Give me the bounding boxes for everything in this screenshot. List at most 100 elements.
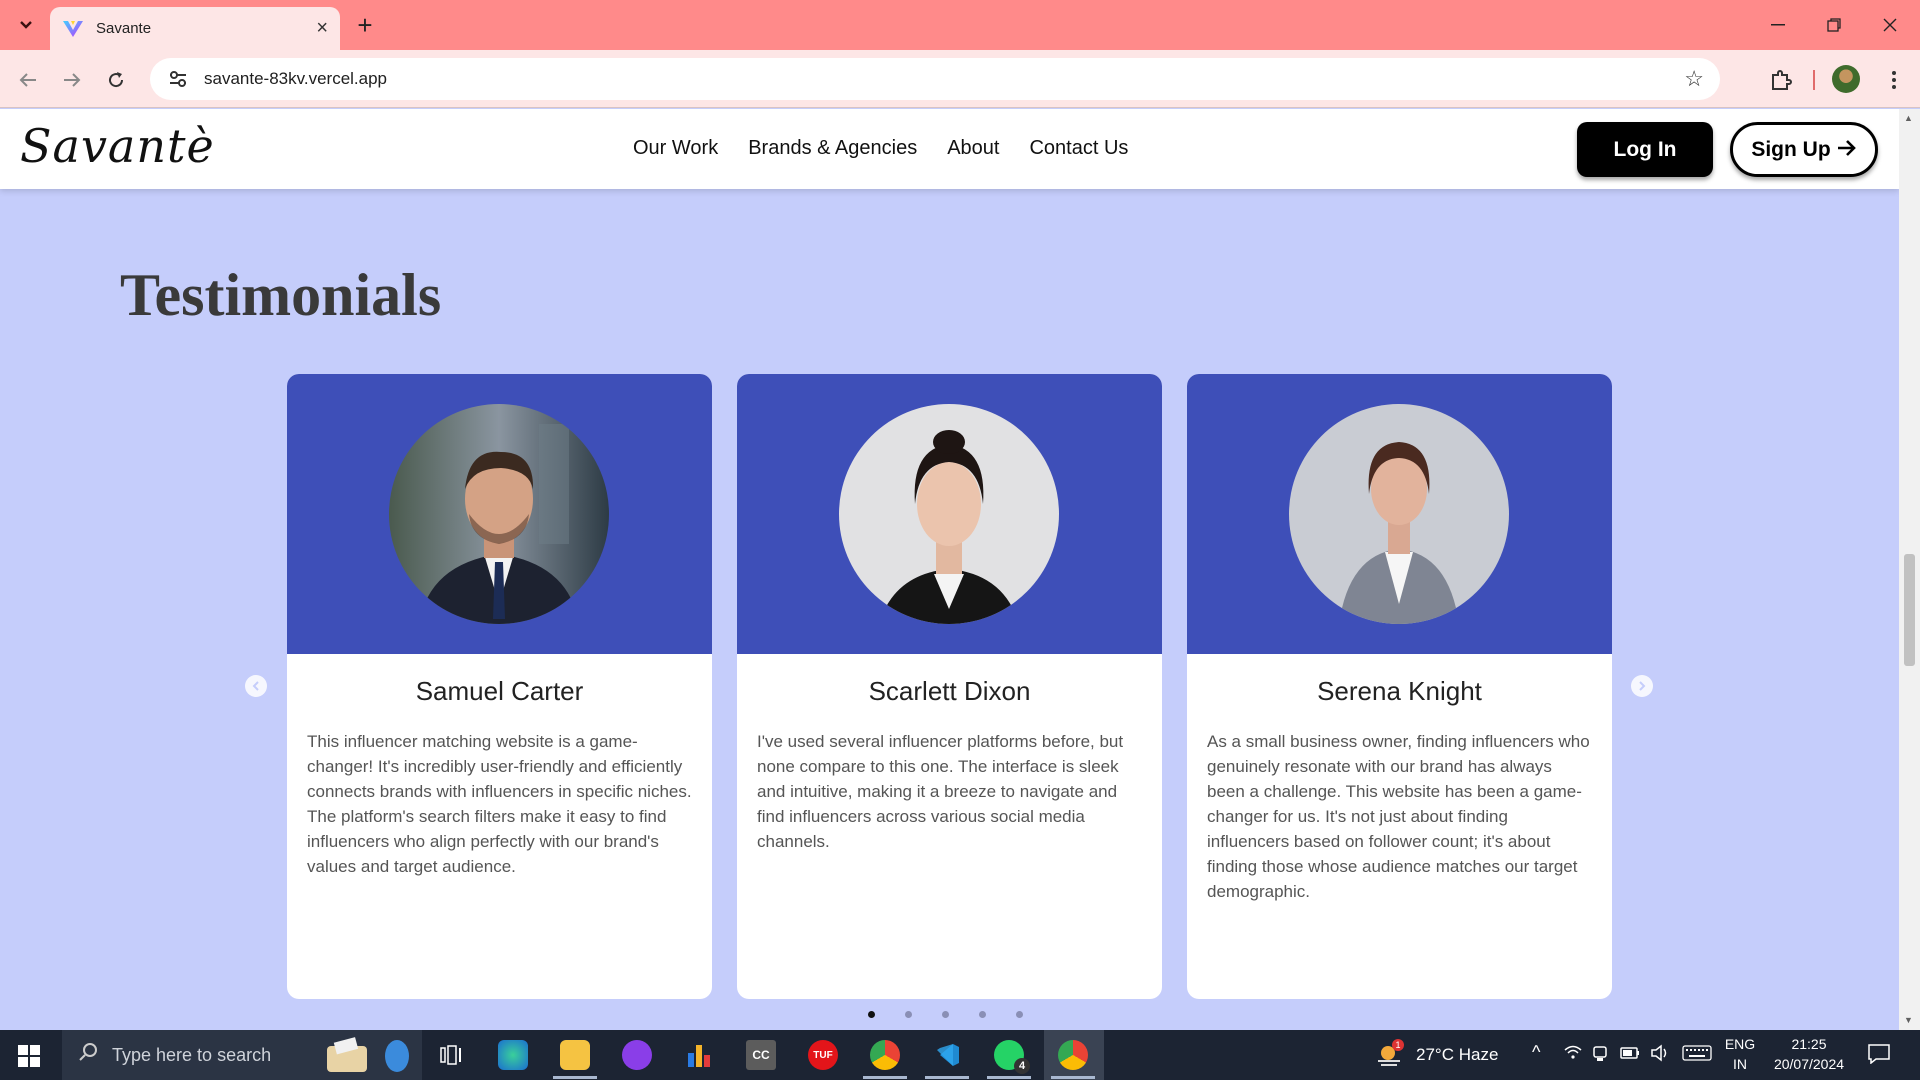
notifications-icon[interactable]: [1868, 1044, 1890, 1069]
arrow-right-icon: [1837, 137, 1857, 163]
avatar: [839, 404, 1059, 624]
nav-contact-us[interactable]: Contact Us: [1029, 137, 1128, 160]
language-indicator[interactable]: ENG IN: [1722, 1036, 1758, 1072]
nav-our-work[interactable]: Our Work: [633, 137, 718, 160]
carousel-pagination: [868, 1011, 1023, 1018]
taskbar-search[interactable]: Type here to search: [62, 1030, 422, 1080]
carousel-dot[interactable]: [979, 1011, 986, 1018]
search-highlight-illustration-icon: [317, 1036, 417, 1080]
scroll-up-icon[interactable]: ▲: [1904, 113, 1913, 123]
toolbar-separator: [1813, 70, 1815, 90]
page-viewport: Savantè Our Work Brands & Agencies About…: [0, 109, 1899, 1030]
chrome-icon[interactable]: [870, 1040, 900, 1070]
carousel-dot[interactable]: [905, 1011, 912, 1018]
battery-icon[interactable]: [1620, 1045, 1640, 1065]
restore-icon[interactable]: [1814, 10, 1854, 40]
whatsapp-icon[interactable]: 4: [994, 1040, 1030, 1074]
nav-about[interactable]: About: [947, 137, 999, 160]
bookmark-star-icon[interactable]: ☆: [1684, 66, 1704, 92]
cc-app-icon[interactable]: CC: [746, 1040, 776, 1070]
weather-haze-icon[interactable]: 1: [1376, 1039, 1404, 1067]
site-logo[interactable]: Savantè: [20, 119, 215, 173]
card-header: [737, 374, 1162, 654]
testimonial-text: As a small business owner, finding influ…: [1207, 732, 1590, 901]
language-code: ENG: [1724, 1036, 1756, 1052]
browser-tabstrip: Savante × +: [0, 0, 1920, 50]
tab-close-icon[interactable]: ×: [316, 17, 328, 40]
edge-browser-icon[interactable]: [498, 1040, 528, 1070]
search-icon: [78, 1042, 98, 1068]
testimonial-card: Serena Knight As a small business owner,…: [1187, 374, 1612, 999]
browser-menu-icon[interactable]: [1878, 64, 1910, 96]
tuf-app-icon[interactable]: TUF: [808, 1040, 838, 1070]
signup-button[interactable]: Sign Up: [1730, 122, 1878, 177]
forward-arrow-icon[interactable]: [56, 64, 88, 96]
clock-time: 21:25: [1791, 1036, 1827, 1052]
carousel-dot[interactable]: [868, 1011, 875, 1018]
login-button-label: Log In: [1613, 137, 1677, 161]
weather-badge: 1: [1392, 1039, 1404, 1051]
site-info-tune-icon[interactable]: [166, 67, 190, 91]
file-explorer-running-indicator: [553, 1076, 597, 1079]
testimonial-card: Samuel Carter This influencer matching w…: [287, 374, 712, 999]
region-code: IN: [1733, 1056, 1747, 1072]
testimonial-text: I've used several influencer platforms b…: [757, 732, 1124, 851]
profile-avatar[interactable]: [1832, 65, 1860, 93]
app-launcher-icon[interactable]: [622, 1040, 652, 1070]
vscode-icon[interactable]: [932, 1040, 962, 1070]
meet-now-icon[interactable]: [1592, 1044, 1608, 1067]
url-text: savante-83kv.vercel.app: [204, 69, 388, 88]
extensions-puzzle-icon[interactable]: [1765, 64, 1797, 96]
clock-date: 20/07/2024: [1773, 1056, 1845, 1072]
browser-tab-active[interactable]: Savante ×: [50, 7, 340, 50]
file-explorer-icon[interactable]: [560, 1040, 590, 1070]
volume-icon[interactable]: [1650, 1044, 1670, 1067]
close-window-icon[interactable]: [1870, 10, 1910, 40]
tab-search-chevron-icon[interactable]: [10, 12, 42, 38]
scroll-down-icon[interactable]: ▼: [1904, 1015, 1913, 1025]
testimonial-text: This influencer matching website is a ga…: [307, 732, 692, 876]
browser-toolbar: savante-83kv.vercel.app ☆: [0, 50, 1920, 108]
testimonial-card: Scarlett Dixon I've used several influen…: [737, 374, 1162, 999]
nav-brands-agencies[interactable]: Brands & Agencies: [748, 137, 917, 160]
tab-title: Savante: [96, 20, 152, 37]
signup-button-label: Sign Up: [1751, 137, 1831, 161]
main-nav: Our Work Brands & Agencies About Contact…: [633, 137, 1128, 160]
page-scrollbar[interactable]: ▲ ▼: [1899, 109, 1920, 1030]
card-header: [287, 374, 712, 654]
wifi-icon[interactable]: [1564, 1044, 1582, 1064]
bar-chart-app-icon[interactable]: [684, 1040, 714, 1070]
chrome-profile-icon[interactable]: [1058, 1040, 1088, 1070]
windows-start-icon[interactable]: [18, 1045, 40, 1067]
carousel-dot[interactable]: [942, 1011, 949, 1018]
chrome-profile-running-indicator: [1051, 1076, 1095, 1079]
taskbar-search-placeholder: Type here to search: [112, 1044, 272, 1065]
whatsapp-running-indicator: [987, 1076, 1031, 1079]
testimonial-name: Serena Knight: [1317, 676, 1482, 706]
site-header: Savantè Our Work Brands & Agencies About…: [0, 109, 1899, 189]
reload-icon[interactable]: [100, 64, 132, 96]
minimize-icon[interactable]: [1758, 10, 1798, 40]
clock[interactable]: 21:25 20/07/2024: [1764, 1036, 1854, 1072]
vercel-favicon-icon: [63, 20, 83, 37]
scroll-thumb[interactable]: [1904, 554, 1915, 666]
keyboard-icon[interactable]: [1682, 1045, 1712, 1066]
login-button[interactable]: Log In: [1577, 122, 1713, 177]
windows-taskbar: Type here to search CC TUF 4 1 27°C Haze…: [0, 1030, 1920, 1080]
carousel-prev-icon[interactable]: [245, 675, 267, 697]
testimonial-name: Samuel Carter: [415, 676, 584, 706]
avatar: [389, 404, 609, 624]
carousel-dot[interactable]: [1016, 1011, 1023, 1018]
testimonials-title: Testimonials: [120, 262, 442, 328]
chrome-running-indicator: [863, 1076, 907, 1079]
new-tab-plus-icon[interactable]: +: [350, 10, 380, 40]
weather-text[interactable]: 27°C Haze: [1416, 1045, 1498, 1065]
vscode-running-indicator: [925, 1076, 969, 1079]
task-view-icon[interactable]: [436, 1040, 466, 1070]
carousel-next-icon[interactable]: [1631, 675, 1653, 697]
address-bar[interactable]: savante-83kv.vercel.app ☆: [150, 58, 1720, 100]
chevron-up-icon[interactable]: ^: [1532, 1042, 1540, 1063]
card-header: [1187, 374, 1612, 654]
back-arrow-icon[interactable]: [12, 64, 44, 96]
whatsapp-badge: 4: [1014, 1058, 1030, 1074]
